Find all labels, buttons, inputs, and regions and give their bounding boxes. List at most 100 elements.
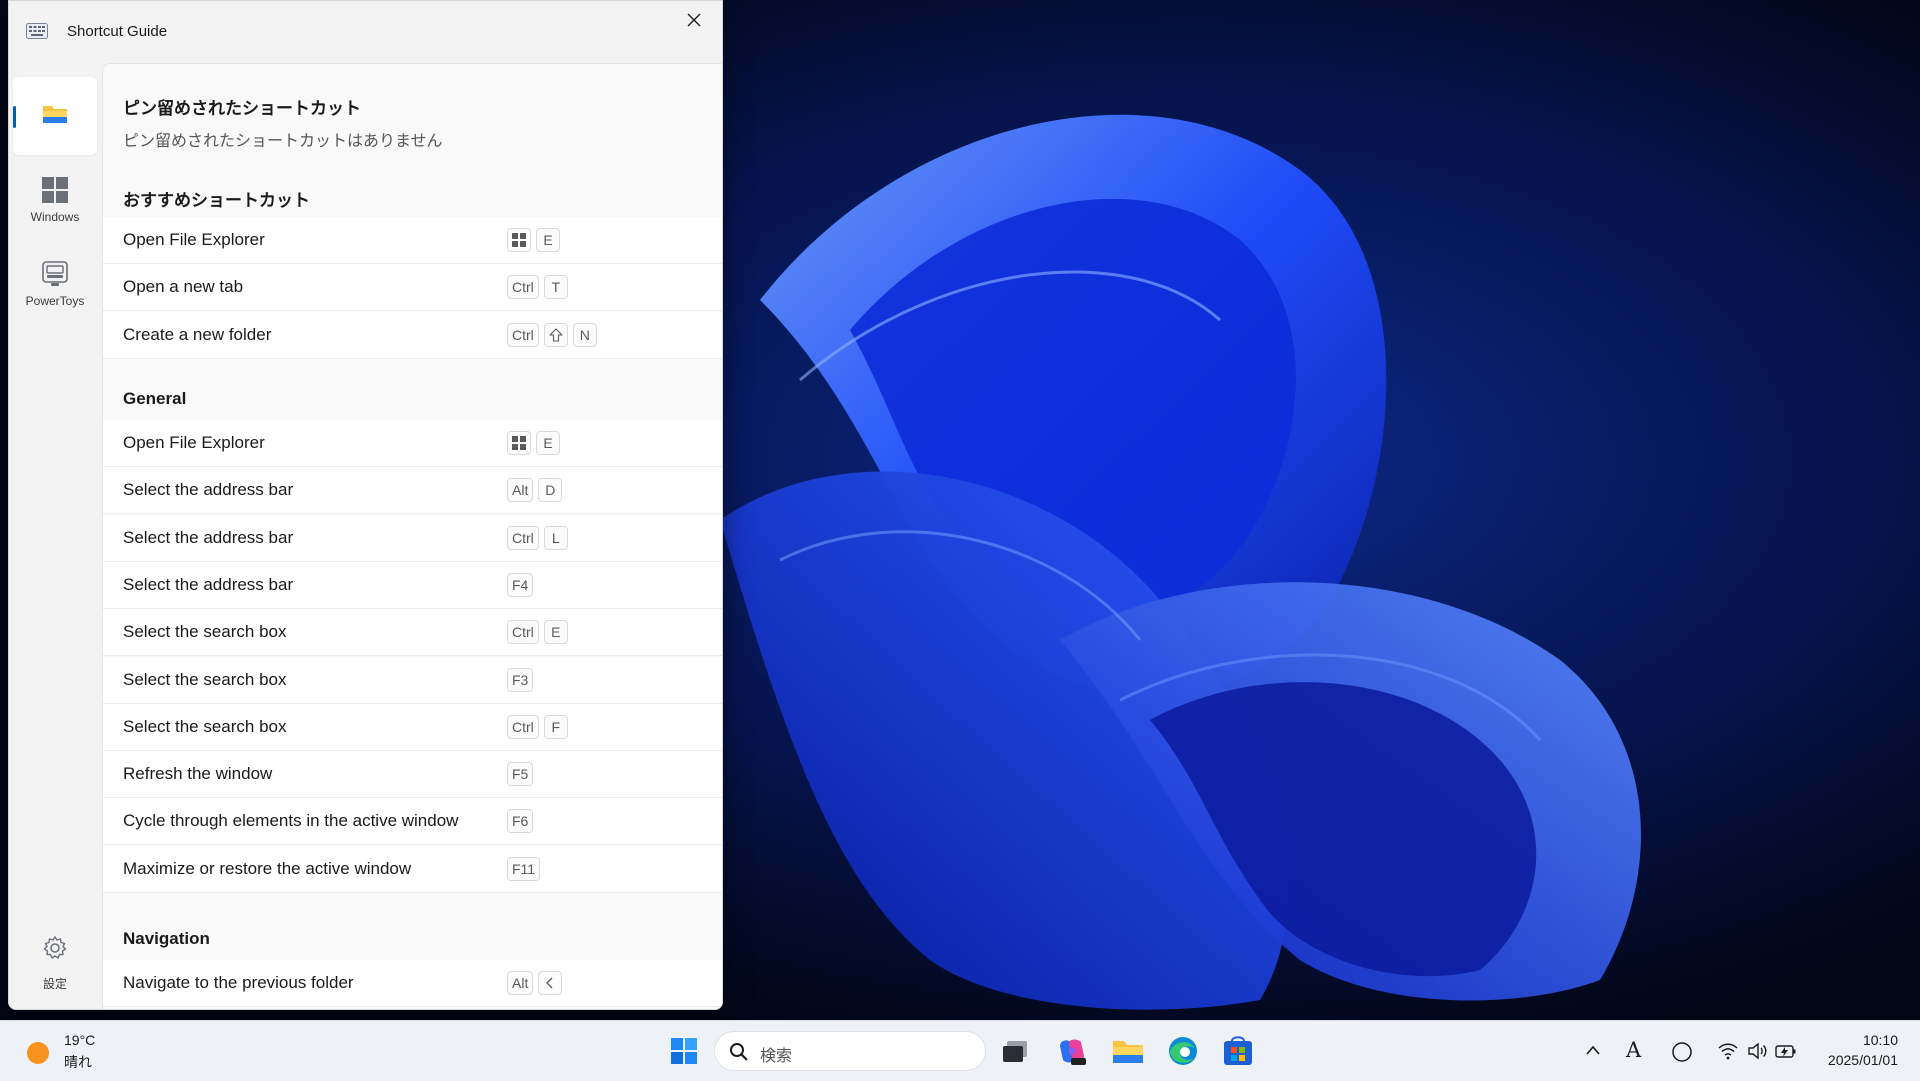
windows-key-icon: [507, 431, 531, 455]
settings-label: 設定: [42, 977, 67, 991]
clock-time: 10:10: [1862, 1032, 1898, 1048]
edge-button[interactable]: [1163, 1031, 1203, 1071]
nav-item-file-explorer[interactable]: [13, 77, 97, 155]
shortcut-keys: Ctrl N: [507, 322, 597, 347]
shortcut-row[interactable]: Refresh the window F5: [103, 751, 722, 799]
shortcut-keys: E: [507, 431, 560, 455]
window-title: Shortcut Guide: [67, 23, 168, 40]
shortcut-description: Select the address bar: [123, 480, 294, 500]
shortcut-keys: F6: [507, 809, 534, 834]
shortcut-row[interactable]: Create a new folder Ctrl N: [103, 311, 722, 359]
weather-widget[interactable]: 19°C 晴れ: [20, 1029, 130, 1073]
shortcut-keys: Ctrl F: [507, 714, 568, 739]
keyboard-icon: [26, 23, 48, 39]
key-cap: Ctrl: [507, 322, 539, 347]
taskbar-search-box[interactable]: 検索: [714, 1031, 986, 1071]
quick-settings-button[interactable]: [1712, 1033, 1800, 1069]
microsoft-store-button[interactable]: [1218, 1031, 1258, 1071]
key-cap: F6: [507, 809, 534, 834]
taskbar: 19°C 晴れ 検索 A 10:10 2025/01/01: [0, 1020, 1920, 1081]
shortcut-description: Open File Explorer: [123, 230, 265, 249]
pinned-section-title: ピン留めされたショートカット: [123, 99, 361, 118]
shortcut-list: ピン留めされたショートカット ピン留めされたショートカットはありません おすすめ…: [102, 63, 722, 1009]
shortcut-row[interactable]: Select the search box Ctrl F: [103, 703, 722, 751]
volume-icon: [1748, 1042, 1767, 1060]
shortcut-description: Maximize or restore the active window: [123, 858, 412, 878]
shortcut-row[interactable]: Select the address bar Alt D: [103, 467, 722, 515]
nav-item-powertoys[interactable]: PowerToys: [13, 245, 97, 323]
file-explorer-icon: [1113, 1041, 1143, 1063]
shortcut-description: Navigate to the previous folder: [123, 973, 354, 992]
m365-copilot-icon: [1060, 1039, 1086, 1065]
focus-assist-button[interactable]: [1668, 1035, 1696, 1067]
shortcut-row[interactable]: Open a new tab Ctrl T: [103, 264, 722, 312]
edge-icon: [1169, 1037, 1197, 1065]
close-button[interactable]: [666, 1, 722, 41]
key-cap: F11: [507, 856, 541, 881]
file-explorer-taskbar-button[interactable]: [1108, 1031, 1148, 1071]
selection-indicator: [13, 106, 16, 128]
powertoys-icon: [42, 261, 68, 286]
shortcut-row[interactable]: Select the search box Ctrl E: [103, 609, 722, 657]
shortcut-row[interactable]: Select the search box F3: [103, 656, 722, 704]
shortcut-keys: F4: [507, 572, 534, 597]
start-button[interactable]: [664, 1031, 704, 1071]
key-cap: F3: [507, 667, 534, 692]
key-cap: Ctrl: [507, 714, 539, 739]
key-cap: Ctrl: [507, 275, 539, 300]
shortcut-row[interactable]: Maximize or restore the active window F11: [103, 845, 722, 893]
key-cap: N: [572, 322, 597, 347]
shortcut-row[interactable]: Select the address bar Ctrl L: [103, 514, 722, 562]
m365-copilot-button[interactable]: [1052, 1031, 1092, 1071]
shortcut-description: Select the search box: [123, 669, 287, 689]
shortcut-row[interactable]: Select the address bar F4: [103, 561, 722, 609]
shortcut-keys: F5: [507, 762, 534, 787]
shortcut-keys: Alt D: [507, 478, 563, 503]
task-view-button[interactable]: [995, 1031, 1035, 1071]
shortcut-description: Cycle through elements in the active win…: [123, 811, 459, 831]
weather-condition: 晴れ: [64, 1054, 92, 1070]
nav-item-settings[interactable]: 設定: [13, 933, 97, 1005]
shortcut-description: Select the search box: [123, 622, 287, 642]
show-hidden-icons-button[interactable]: [1582, 1035, 1604, 1067]
shortcut-row[interactable]: Open File Explorer E: [103, 420, 722, 467]
windows-key-icon: [507, 228, 531, 252]
chevron-up-icon: [1586, 1045, 1600, 1055]
shortcut-keys: F11: [507, 856, 541, 881]
weather-temperature: 19°C: [64, 1032, 96, 1048]
side-navigation: Windows PowerToys 設定: [9, 63, 101, 1009]
file-explorer-icon: [43, 106, 67, 123]
battery-icon: [1775, 1045, 1796, 1058]
task-view-icon: [1003, 1041, 1027, 1062]
key-cap: E: [536, 431, 560, 455]
key-cap: F: [543, 714, 568, 739]
ime-mode-button[interactable]: A: [1622, 1035, 1646, 1067]
key-cap: T: [543, 275, 568, 300]
navigation-section-title: Navigation: [123, 929, 210, 948]
shortcut-keys: Alt: [507, 971, 563, 995]
key-cap: Ctrl: [507, 525, 539, 550]
shortcut-row[interactable]: Cycle through elements in the active win…: [103, 798, 722, 846]
key-cap: L: [543, 525, 568, 550]
key-cap: E: [543, 620, 568, 645]
key-cap: F4: [507, 572, 534, 597]
clock-button[interactable]: 10:10 2025/01/01: [1808, 1029, 1908, 1073]
key-cap: D: [538, 478, 563, 503]
windows-logo-icon: [42, 177, 68, 203]
shortcut-description: Select the address bar: [123, 527, 294, 547]
focus-icon: [1672, 1042, 1692, 1062]
shortcut-row[interactable]: Open File Explorer E: [103, 217, 722, 264]
nav-item-label: PowerToys: [25, 294, 85, 308]
left-arrow-key-icon: [538, 971, 563, 995]
shortcut-description: Create a new folder: [123, 324, 272, 344]
windows-start-icon: [671, 1038, 697, 1064]
shortcut-description: Select the address bar: [123, 574, 294, 594]
general-section-title: General: [123, 389, 187, 408]
shortcut-description: Refresh the window: [123, 764, 273, 784]
shortcut-guide-window: Shortcut Guide Windows PowerToys 設定 ピン留め…: [8, 0, 723, 1010]
shortcut-keys: F3: [507, 667, 534, 692]
shortcut-row[interactable]: Navigate to the previous folder Alt: [103, 960, 722, 1007]
nav-item-windows[interactable]: Windows: [13, 161, 97, 239]
pinned-empty-message: ピン留めされたショートカットはありません: [123, 133, 443, 150]
close-icon: [687, 13, 701, 27]
